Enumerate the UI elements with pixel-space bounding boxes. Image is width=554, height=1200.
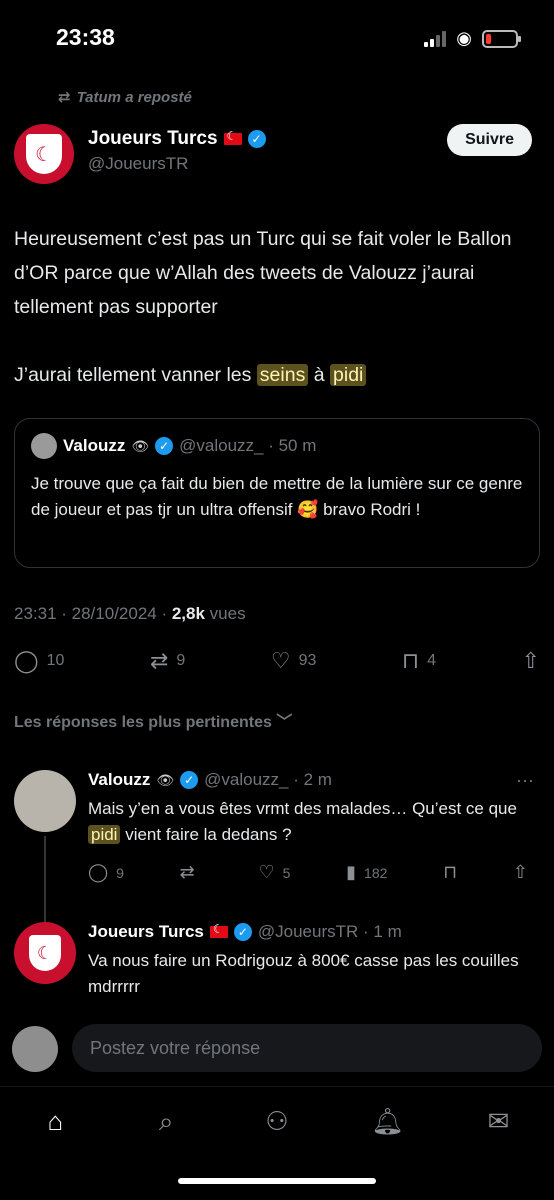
reply-avatar[interactable]: ☾ [14, 922, 76, 984]
views-count: 182 [364, 864, 388, 881]
search-icon[interactable]: ⌕ [141, 1106, 191, 1138]
quoted-post[interactable]: Valouzz 👁 ✓ @valouzz_ · 50 m Je trouve q… [14, 418, 540, 568]
more-options-icon[interactable]: ··· [516, 770, 534, 791]
reply-avatar[interactable] [14, 770, 76, 832]
post-author[interactable]: Joueurs Turcs ✓ @JoueursTR [88, 128, 266, 174]
bookmark-icon: ⊓ [401, 648, 420, 673]
post-timestamp: 23:31 · 28/10/2024 · [14, 604, 172, 623]
comment-icon: ◯ [88, 862, 109, 882]
comment-icon: ◯ [14, 648, 39, 673]
verified-icon: ✓ [233, 923, 252, 941]
turkey-flag-icon [223, 129, 242, 145]
share-action[interactable]: ⇧ [513, 862, 528, 883]
repost-action[interactable]: ⇄ 9 [150, 648, 185, 674]
views-label: vues [204, 604, 246, 623]
quote-handle-time: @valouzz_ · 50 m [179, 436, 317, 455]
bookmark-icon: ⊓ [443, 862, 458, 882]
quote-text: Je trouve que ça fait du bien de mettre … [31, 474, 523, 519]
reply-composer [12, 1024, 542, 1074]
reply-text: Va nous faire un Rodrigouz à 800€ casse … [88, 951, 519, 996]
verified-icon: ✓ [247, 130, 266, 148]
bookmark-count: 4 [427, 652, 437, 669]
reply-item[interactable]: ☾ Joueurs Turcs ✓ @JoueursTR · 1 m Va no… [14, 922, 540, 1002]
turkey-flag-icon [209, 922, 228, 938]
reply-text-after: vient faire la dedans ? [120, 825, 292, 844]
like-action[interactable]: ♡ 93 [271, 648, 317, 674]
reply-item[interactable]: Valouzz 👁 ✓ @valouzz_ · 2 m ··· Mais y’e… [14, 770, 540, 882]
reply-text: Mais y’en a vous êtes vrmt des malades… … [88, 796, 540, 848]
like-count: 5 [282, 864, 291, 881]
eye-emoji-icon: 👁 [156, 771, 175, 788]
reply-text-before: Mais y’en a vous êtes vrmt des malades… … [88, 799, 517, 818]
crest-logo: ☾ [26, 134, 62, 174]
reply-handle-time: @JoueursTR · 1 m [257, 922, 402, 941]
status-bar: 23:38 ◉ [0, 0, 554, 80]
follow-button[interactable]: Suivre [447, 124, 532, 156]
heart-icon: ♡ [270, 648, 291, 673]
post-actions: ◯ 10 ⇄ 9 ♡ 93 ⊓ 4 ⇧ [14, 648, 540, 674]
thread-line [44, 836, 46, 924]
share-icon: ⇧ [512, 862, 528, 882]
home-icon[interactable]: ⌂ [30, 1106, 80, 1137]
repost-icon: ⇄ [179, 862, 195, 882]
views-action[interactable]: ▮ 182 [346, 862, 387, 883]
views-count: 2,8k [171, 604, 205, 623]
home-indicator[interactable] [178, 1178, 376, 1184]
highlight-pidi: pidi [88, 825, 121, 844]
like-action[interactable]: ♡ 5 [258, 862, 290, 883]
reply-author-name[interactable]: Joueurs Turcs [88, 922, 204, 942]
crest-logo: ☾ [29, 935, 61, 971]
reply-handle-time: @valouzz_ · 2 m [204, 770, 332, 789]
repost-count: 9 [176, 652, 186, 669]
wifi-icon: ◉ [456, 28, 472, 48]
author-handle[interactable]: @JoueursTR [88, 154, 266, 174]
user-avatar[interactable] [12, 1026, 58, 1072]
communities-icon[interactable]: ⚇ [252, 1106, 302, 1137]
battery-icon [482, 29, 521, 48]
reply-action[interactable]: ◯ 9 [88, 862, 124, 883]
repost-label: Tatum a reposté [76, 88, 192, 106]
reply-count: 10 [46, 652, 65, 669]
post-paragraph-1: Heureusement c’est pas un Turc qui se fa… [14, 228, 512, 318]
quote-author-name: Valouzz [63, 436, 126, 455]
post-text-before: J’aurai tellement vanner les [14, 364, 257, 386]
status-icons: ◉ [424, 28, 521, 49]
messages-envelope-icon[interactable]: ✉ [474, 1106, 524, 1137]
verified-icon: ✓ [155, 437, 174, 455]
share-action[interactable]: ⇧ [522, 648, 540, 674]
bottom-tab-bar: ⌂ ⌕ ⚇ 🔔︎ ✉ [0, 1086, 554, 1156]
repost-icon: ⇄ [149, 648, 169, 673]
eye-emoji-icon: 👁 [131, 437, 150, 454]
like-count: 93 [298, 652, 317, 669]
views-bar-icon: ▮ [346, 862, 357, 882]
notifications-bell-icon[interactable]: 🔔︎ [363, 1106, 413, 1137]
highlight-pidi: pidi [330, 364, 367, 386]
verified-icon: ✓ [180, 771, 199, 789]
heart-icon: ♡ [258, 862, 275, 882]
replies-sort-toggle[interactable]: Les réponses les plus pertinentes ﹀ [14, 708, 292, 732]
repost-icon: ⇄ [58, 89, 71, 106]
author-avatar[interactable]: ☾ [14, 124, 74, 184]
author-name[interactable]: Joueurs Turcs [88, 128, 218, 150]
status-time: 23:38 [56, 24, 115, 50]
reply-input[interactable] [72, 1024, 542, 1072]
post-text: Heureusement c’est pas un Turc qui se fa… [14, 222, 540, 426]
quote-avatar [31, 433, 57, 459]
reply-author-name[interactable]: Valouzz [88, 770, 150, 790]
post-meta: 23:31 · 28/10/2024 · 2,8k vues [14, 604, 246, 624]
reply-count: 9 [116, 864, 124, 881]
reply-actions: ◯ 9 ⇄ ♡ 5 ▮ 182 ⊓ ⇧ [88, 862, 528, 883]
post-text-mid: à [308, 364, 331, 386]
repost-action[interactable]: ⇄ [180, 862, 203, 883]
bookmark-action[interactable]: ⊓ 4 [402, 648, 436, 674]
repost-indicator: ⇄ Tatum a reposté [58, 88, 192, 107]
signal-icon [424, 30, 447, 47]
highlight-seins: seins [256, 364, 309, 386]
post-paragraph-2: J’aurai tellement vanner les seins à pid… [14, 358, 540, 392]
reply-action[interactable]: ◯ 10 [14, 648, 64, 674]
share-icon: ⇧ [521, 648, 540, 673]
bookmark-action[interactable]: ⊓ [443, 862, 457, 883]
